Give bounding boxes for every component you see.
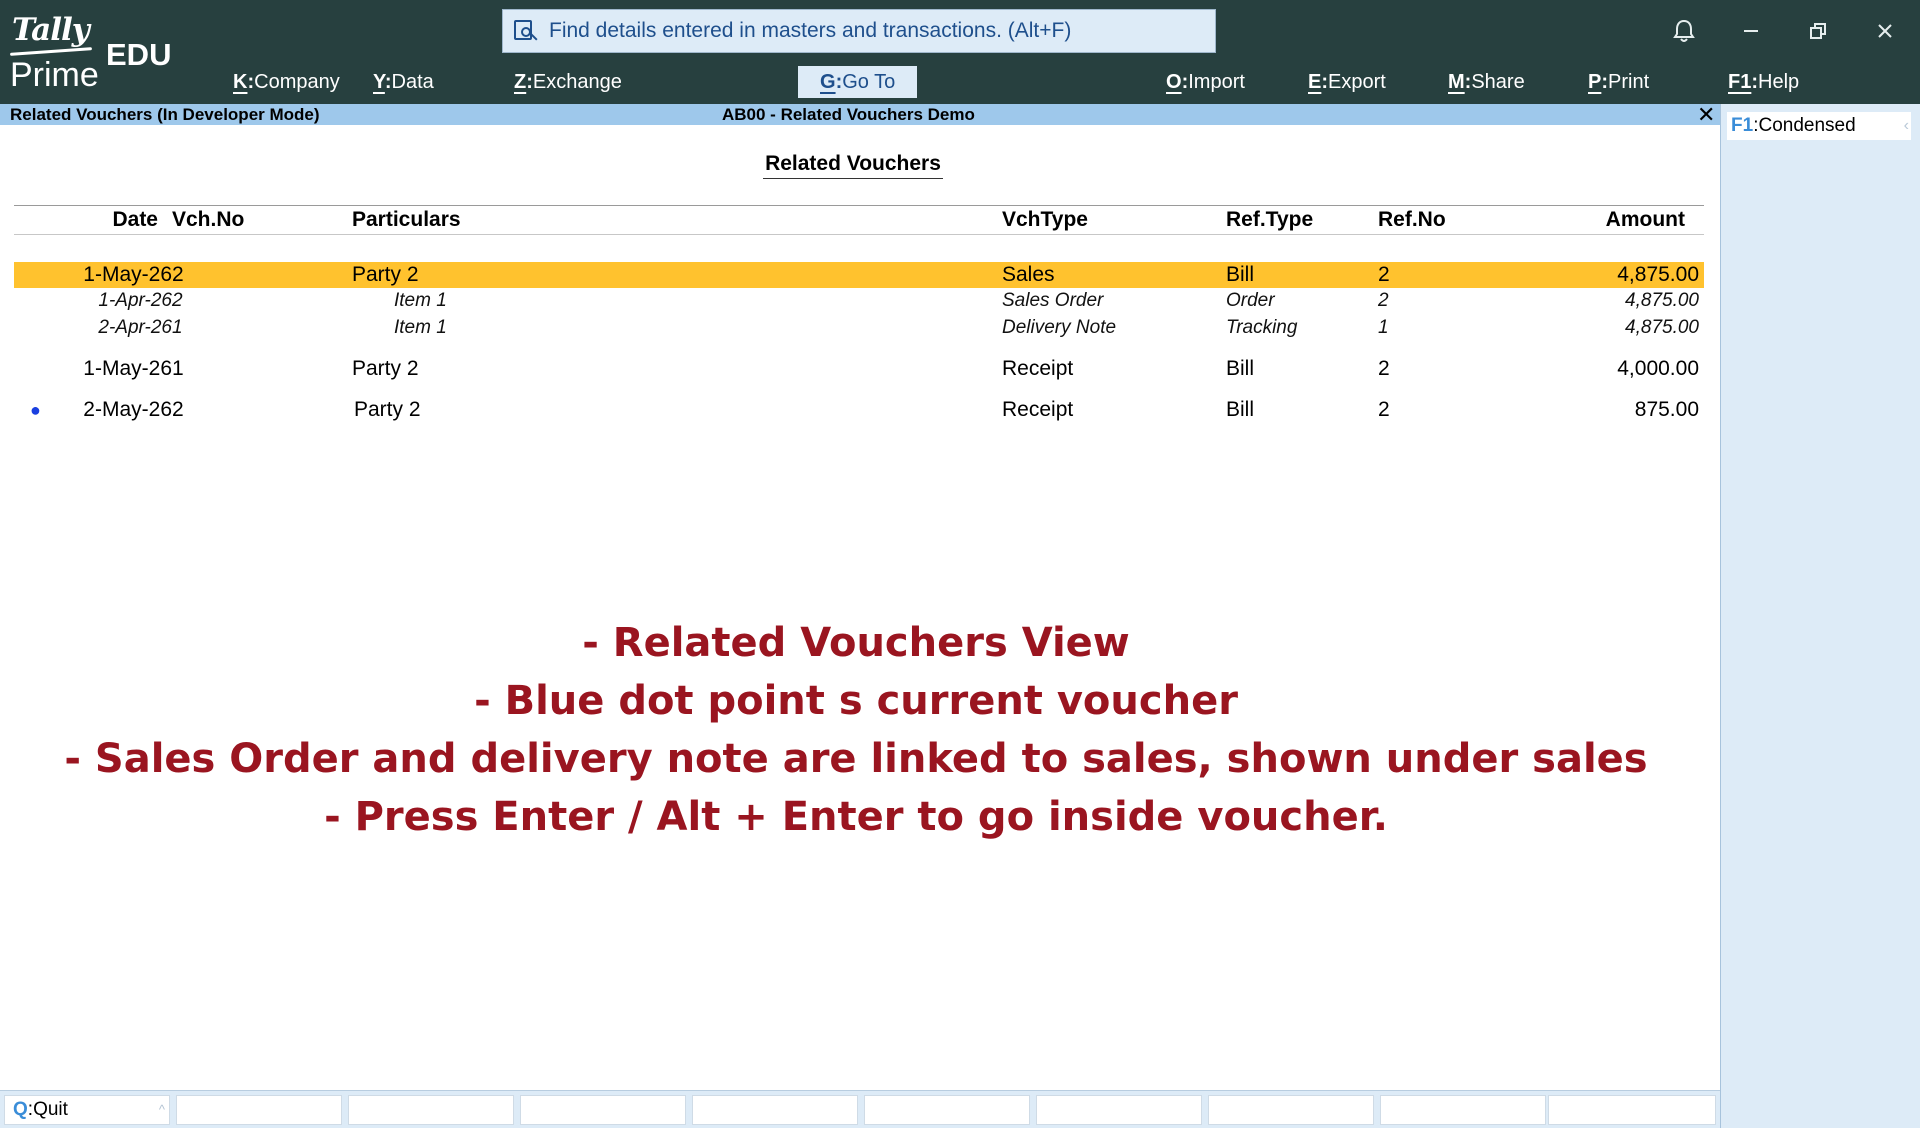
tutorial-annotation: - Related Vouchers View - Blue dot point… [0, 614, 1712, 846]
row-vch-no: 2 [172, 398, 184, 421]
row-particulars: Party 2 [352, 357, 419, 380]
row-particulars: Party 2 [352, 263, 419, 286]
menu-go-to[interactable]: G:Go To [798, 66, 918, 98]
menu-company[interactable]: K:Company [227, 66, 346, 98]
page-title: Related Vouchers [0, 152, 1706, 179]
col-vch-no-header: Vch.No [172, 208, 245, 231]
col-ref-type-header: Ref.Type [1226, 208, 1314, 231]
current-voucher-dot-icon: ● [30, 400, 41, 420]
search-placeholder: Find details entered in masters and tran… [549, 19, 1072, 42]
row-ref-no: 2 [1378, 290, 1389, 311]
row-ref-type: Bill [1226, 398, 1255, 421]
row-ref-type: Order [1226, 290, 1275, 311]
row-particulars: Party 2 [354, 398, 421, 421]
top-bar: Tally Prime EDU Find details entered in … [0, 0, 1920, 104]
logo-tally-text: Tally [12, 12, 90, 48]
menu-export[interactable]: E:Export [1302, 66, 1392, 98]
menu-import[interactable]: O:Import [1160, 66, 1251, 98]
row-date: 2-May-26 [83, 398, 172, 421]
table-row-receipt[interactable]: 1-May-26 1 Party 2 Receipt Bill 2 4,000.… [14, 356, 1704, 382]
restore-icon[interactable] [1800, 14, 1836, 48]
header-divider-bottom [14, 234, 1704, 235]
col-amount-header: Amount [1605, 208, 1685, 231]
table-row-receipt-current[interactable]: ● 2-May-26 2 Party 2 Receipt Bill 2 875.… [14, 397, 1704, 423]
col-ref-no-header: Ref.No [1378, 208, 1446, 231]
row-amount: 875.00 [1634, 398, 1699, 421]
annotation-line: - Blue dot point s current voucher [474, 678, 1238, 724]
row-date: 1-May-26 [83, 357, 172, 380]
caret-up-icon: ^ [158, 1102, 165, 1117]
search-icon [513, 18, 539, 44]
table-row-delivery-note[interactable]: 2-Apr-26 1 Item 1 Delivery Note Tracking… [14, 316, 1704, 340]
row-vch-no: 1 [172, 357, 184, 380]
table-row-sales[interactable]: 1-May-26 2 Party 2 Sales Bill 2 4,875.00 [14, 262, 1704, 288]
row-vch-no: 1 [172, 317, 183, 338]
empty-button-slot [348, 1095, 514, 1125]
menu-data[interactable]: Y:Data [367, 66, 440, 98]
row-particulars: Item 1 [394, 290, 447, 311]
right-button-panel: F1:Condensed ‹ [1720, 104, 1920, 1128]
close-window-icon[interactable] [1867, 14, 1903, 48]
empty-button-slot [1036, 1095, 1202, 1125]
bottom-button-bar: Q:Quit ^ [0, 1090, 1720, 1128]
row-ref-no: 2 [1378, 263, 1390, 286]
close-report-icon[interactable]: ✕ [1697, 102, 1715, 128]
empty-button-slot [1548, 1095, 1716, 1125]
menu-help[interactable]: F1:Help [1722, 66, 1805, 98]
row-date: 1-Apr-26 [98, 290, 172, 311]
empty-button-slot [520, 1095, 686, 1125]
table-header: Date Vch.No Particulars VchType Ref.Type… [0, 208, 1706, 234]
table-row-sales-order[interactable]: 1-Apr-26 2 Item 1 Sales Order Order 2 4,… [14, 289, 1704, 313]
annotation-line: - Related Vouchers View [582, 620, 1130, 666]
row-amount: 4,875.00 [1617, 263, 1699, 286]
row-vch-type: Sales Order [1002, 290, 1104, 311]
row-ref-no: 2 [1378, 398, 1390, 421]
row-amount: 4,000.00 [1617, 357, 1699, 380]
row-amount: 4,875.00 [1625, 317, 1699, 338]
row-date: 1-May-26 [83, 263, 172, 286]
row-particulars: Item 1 [394, 317, 447, 338]
annotation-line: - Press Enter / Alt + Enter to go inside… [324, 794, 1388, 840]
menu-bar: K:Company Y:Data Z:Exchange G:Go To O:Im… [0, 62, 1920, 100]
report-mode-title: Related Vouchers (In Developer Mode) [10, 105, 320, 124]
notification-bell-icon[interactable] [1666, 14, 1702, 48]
col-particulars-header: Particulars [352, 208, 461, 231]
row-ref-no: 1 [1378, 317, 1389, 338]
empty-button-slot [1380, 1095, 1546, 1125]
report-title-bar: Related Vouchers (In Developer Mode) AB0… [0, 102, 1720, 128]
condensed-button[interactable]: F1:Condensed ‹ [1727, 112, 1911, 140]
row-vch-type: Receipt [1002, 357, 1074, 380]
row-amount: 4,875.00 [1625, 290, 1699, 311]
search-bar[interactable]: Find details entered in masters and tran… [502, 9, 1216, 53]
empty-button-slot [864, 1095, 1030, 1125]
header-divider-top [14, 205, 1704, 206]
col-date-header: Date [112, 208, 158, 231]
row-vch-type: Delivery Note [1002, 317, 1117, 338]
logo-swoosh [9, 47, 93, 56]
quit-button[interactable]: Q:Quit ^ [4, 1095, 170, 1125]
row-ref-type: Bill [1226, 263, 1255, 286]
menu-exchange[interactable]: Z:Exchange [508, 66, 628, 98]
empty-button-slot [692, 1095, 858, 1125]
menu-print[interactable]: P:Print [1582, 66, 1655, 98]
row-vch-type: Sales [1002, 263, 1055, 286]
menu-share[interactable]: M:Share [1442, 66, 1531, 98]
row-vch-type: Receipt [1002, 398, 1074, 421]
row-ref-type: Bill [1226, 357, 1255, 380]
row-vch-no: 2 [172, 263, 184, 286]
chevron-left-icon: ‹ [1903, 117, 1909, 134]
company-report-title: AB00 - Related Vouchers Demo [722, 105, 975, 124]
empty-button-slot [1208, 1095, 1374, 1125]
empty-button-slot [176, 1095, 342, 1125]
row-ref-type: Tracking [1226, 317, 1298, 338]
annotation-line: - Sales Order and delivery note are link… [64, 736, 1648, 782]
col-vch-type-header: VchType [1002, 208, 1088, 231]
row-date: 2-Apr-26 [98, 317, 172, 338]
minimize-icon[interactable] [1733, 14, 1769, 48]
row-ref-no: 2 [1378, 357, 1390, 380]
row-vch-no: 2 [172, 290, 183, 311]
